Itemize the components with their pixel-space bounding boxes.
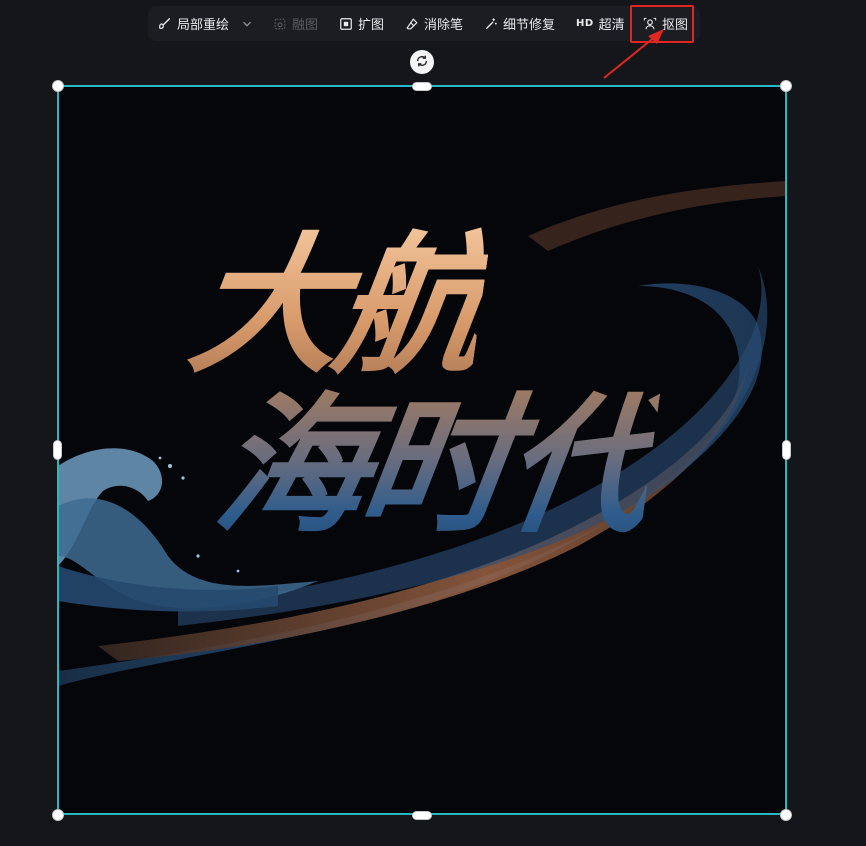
resize-handle-left[interactable] [53, 440, 62, 460]
resize-handle-top[interactable] [412, 82, 432, 91]
merge-image-icon [273, 17, 287, 31]
rotate-button[interactable] [410, 50, 434, 74]
eraser-icon [405, 17, 419, 31]
expand-image-icon [339, 17, 353, 31]
inpaint-label: 局部重绘 [177, 18, 230, 33]
expand-image-label: 扩图 [358, 18, 385, 33]
eraser-button[interactable]: 消除笔 [405, 6, 463, 41]
merge-image-button: 融图 [273, 6, 318, 41]
annotation-arrow [603, 29, 664, 79]
rotate-icon [415, 53, 429, 72]
merge-image-label: 融图 [292, 18, 319, 33]
eraser-label: 消除笔 [424, 18, 464, 33]
resize-handle-top-right[interactable] [780, 80, 792, 92]
hd-icon: HD [576, 18, 594, 29]
resize-handle-bottom-right[interactable] [780, 809, 792, 821]
chevron-down-icon[interactable] [240, 17, 254, 31]
resize-handle-bottom[interactable] [412, 811, 432, 820]
resize-handle-top-left[interactable] [52, 80, 64, 92]
image-canvas[interactable]: 大航 海时代 [58, 86, 786, 814]
magic-wand-icon [484, 17, 498, 31]
resize-handle-bottom-left[interactable] [52, 809, 64, 821]
detail-repair-label: 细节修复 [503, 18, 556, 33]
resize-handle-right[interactable] [782, 440, 791, 460]
brush-icon [158, 17, 172, 31]
detail-repair-button[interactable]: 细节修复 [484, 6, 555, 41]
artwork-title-line-1: 大航 [180, 218, 494, 394]
artwork-title-line-2: 海时代 [205, 378, 663, 554]
expand-image-button[interactable]: 扩图 [339, 6, 384, 41]
inpaint-button[interactable]: 局部重绘 [158, 6, 254, 41]
